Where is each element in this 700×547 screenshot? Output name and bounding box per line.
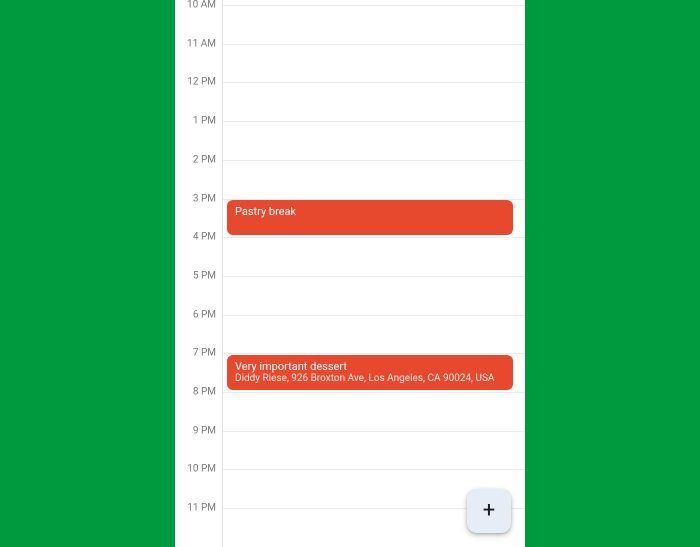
time-label: 4 PM xyxy=(193,232,216,243)
calendar-scroll-area[interactable]: 10 AM 11 AM 12 PM 1 PM 2 PM 3 PM 4 PM 5 PM 6 PM 7… xyxy=(175,0,525,547)
time-label: 6 PM xyxy=(193,309,216,320)
time-label: 5 PM xyxy=(193,270,216,281)
hour-gridline xyxy=(223,353,525,354)
time-label: 10 PM xyxy=(187,464,216,475)
time-label: 9 PM xyxy=(193,425,216,436)
event-subtitle: Diddy Riese, 926 Broxton Ave, Los Angele… xyxy=(235,373,505,385)
time-label: 12 PM xyxy=(187,77,216,88)
hour-gridline xyxy=(223,392,525,393)
hour-gridline xyxy=(223,315,525,316)
hour-gridline xyxy=(223,431,525,432)
plus-icon: + xyxy=(483,500,495,522)
event-title: Very important dessert xyxy=(235,360,505,373)
hour-gridline xyxy=(223,469,525,470)
hour-gridline xyxy=(223,82,525,83)
hour-gridline xyxy=(223,44,525,45)
hour-gridline xyxy=(223,276,525,277)
hour-gridline xyxy=(223,199,525,200)
time-label: 8 PM xyxy=(193,387,216,398)
time-label: 1 PM xyxy=(193,116,216,127)
time-label: 10 AM xyxy=(187,0,216,11)
hour-gridline xyxy=(223,160,525,161)
time-column: 10 AM 11 AM 12 PM 1 PM 2 PM 3 PM 4 PM 5 PM 6 PM 7… xyxy=(175,0,223,547)
time-label: 11 AM xyxy=(187,38,216,49)
calendar-event[interactable]: Pastry break xyxy=(227,200,513,235)
time-label: 2 PM xyxy=(193,154,216,165)
hour-gridline xyxy=(223,121,525,122)
time-label: 3 PM xyxy=(193,193,216,204)
calendar-event[interactable]: Very important dessertDiddy Riese, 926 B… xyxy=(227,355,513,390)
create-event-button[interactable]: + xyxy=(467,489,511,533)
hour-gridline xyxy=(223,5,525,6)
hour-gridline xyxy=(223,237,525,238)
time-label: 11 PM xyxy=(187,503,216,514)
calendar-day-view: 10 AM 11 AM 12 PM 1 PM 2 PM 3 PM 4 PM 5 PM 6 PM 7… xyxy=(175,0,525,547)
calendar-grid[interactable] xyxy=(223,0,525,547)
event-title: Pastry break xyxy=(235,205,505,218)
time-label: 7 PM xyxy=(193,348,216,359)
